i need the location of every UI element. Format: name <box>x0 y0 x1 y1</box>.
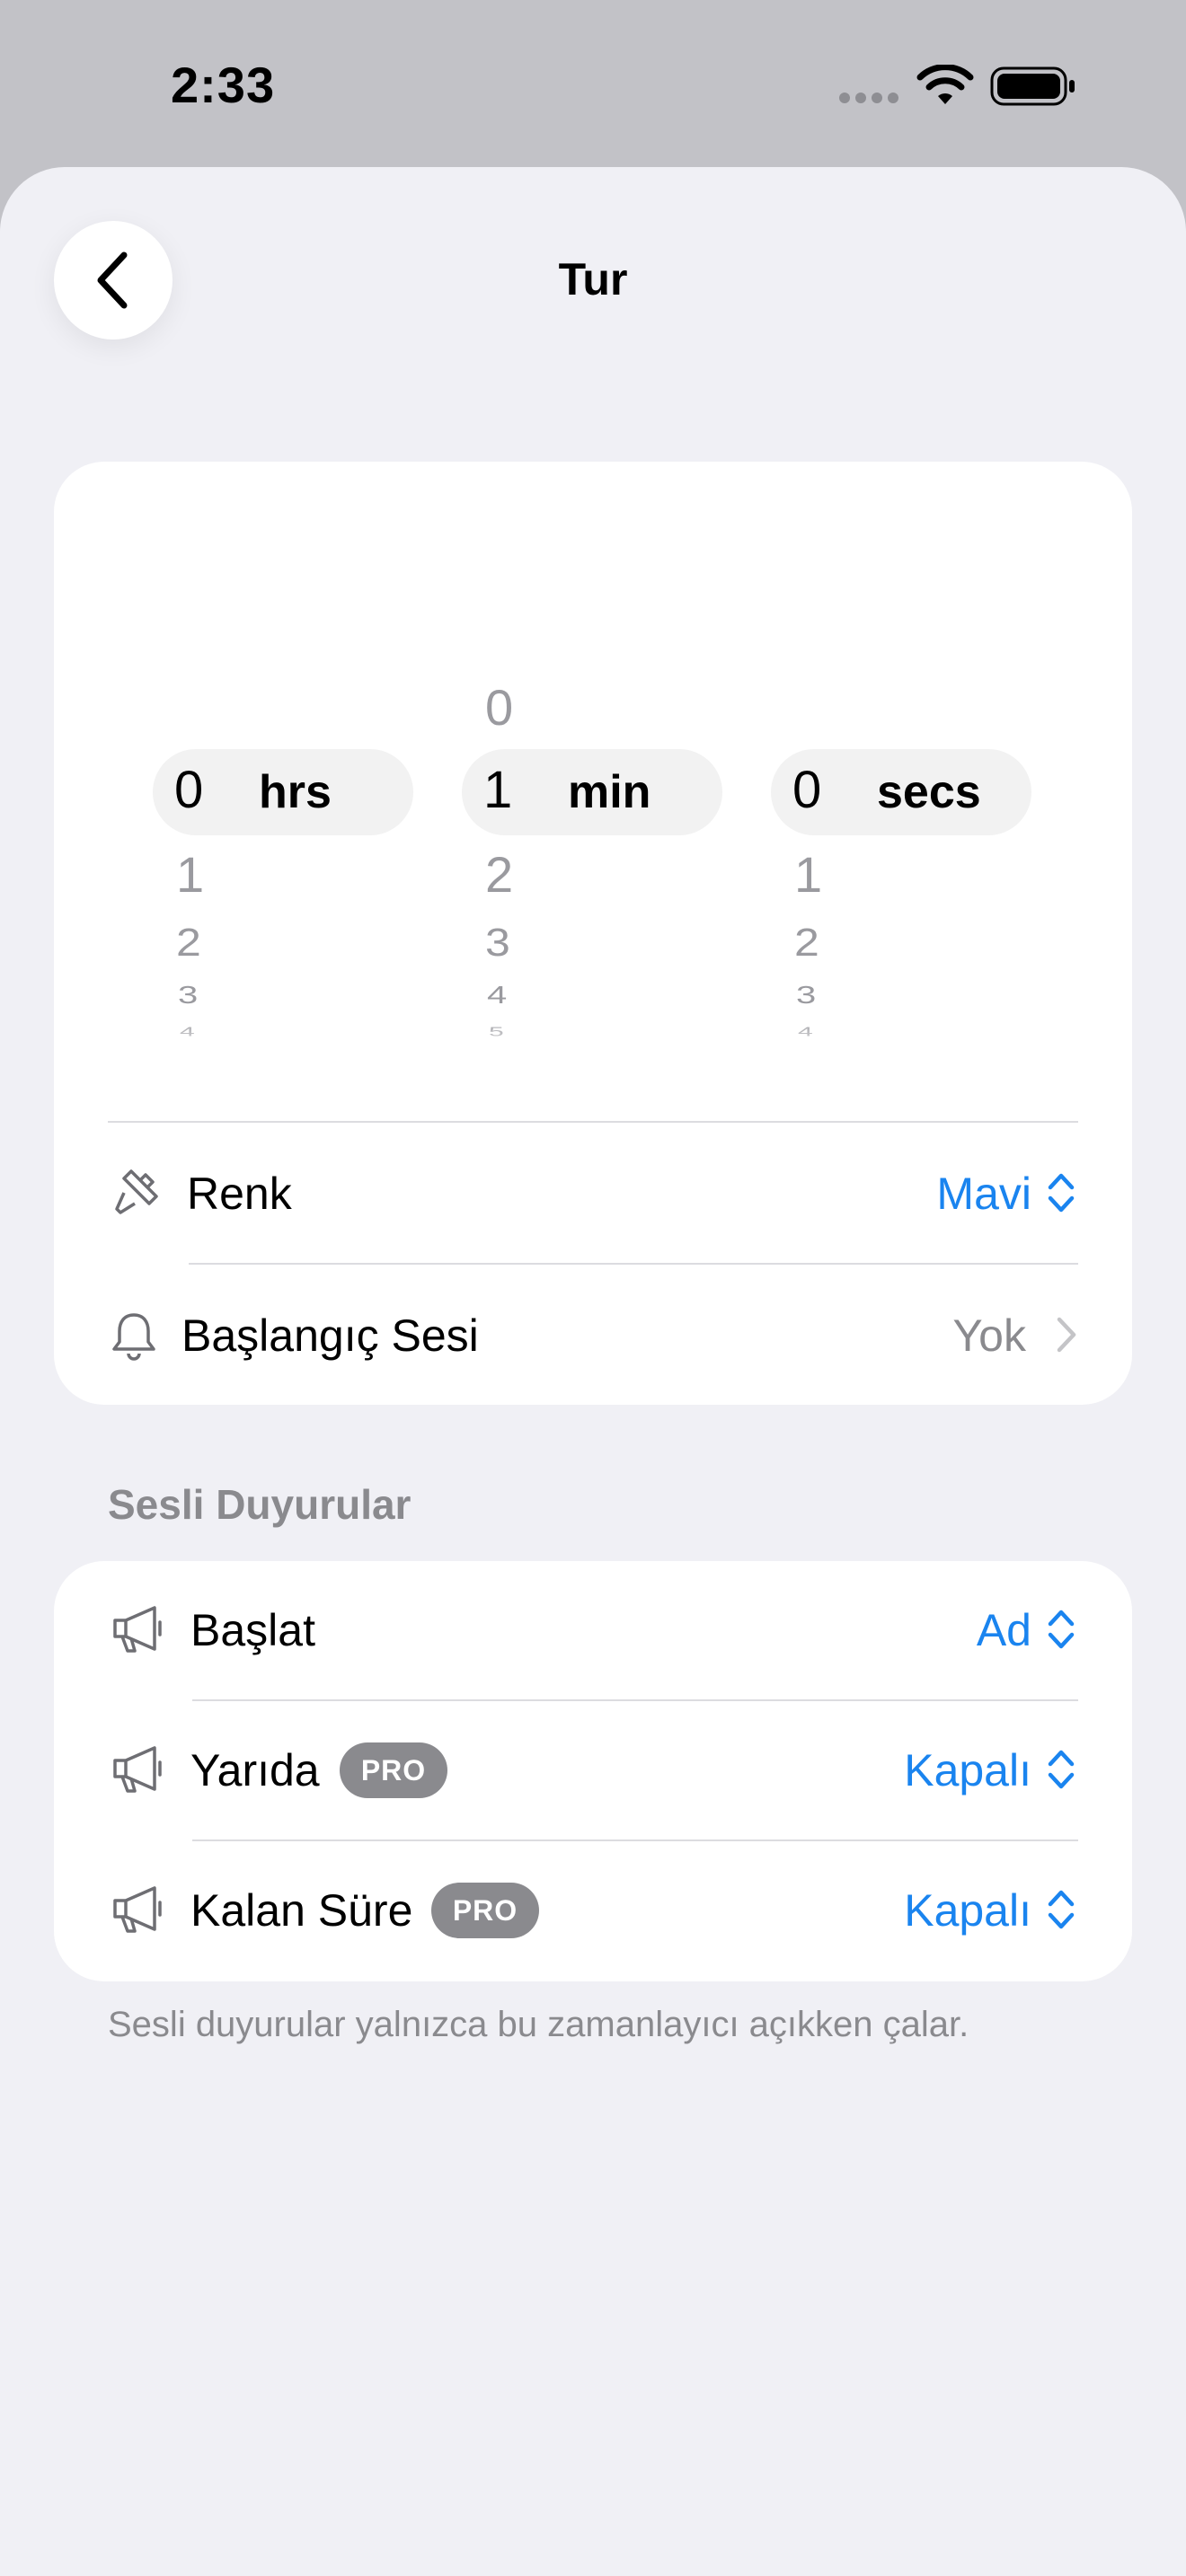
chevron-up-down-icon <box>1048 1610 1075 1649</box>
minutes-option[interactable]: 4 <box>487 983 507 1008</box>
megaphone-icon <box>113 1606 162 1653</box>
megaphone-icon <box>113 1746 162 1793</box>
section-header: Sesli Duyurular <box>108 1481 412 1528</box>
announcements-card: Başlat Ad Yarıda PRO Kapalı Kalan Süre P… <box>54 1561 1132 1981</box>
seconds-selected-value: 0 <box>792 761 822 819</box>
divider <box>108 1121 1078 1123</box>
announcement-value[interactable]: Kapalı <box>904 1884 1031 1936</box>
hours-option[interactable]: 1 <box>176 850 204 900</box>
announcement-value[interactable]: Ad <box>977 1604 1031 1656</box>
divider <box>192 1839 1078 1841</box>
minutes-option[interactable]: 2 <box>485 850 513 900</box>
hours-selected-value: 0 <box>174 761 204 819</box>
wifi-icon <box>916 65 974 104</box>
hours-option[interactable]: 2 <box>176 922 201 962</box>
footer-note: Sesli duyurular yalnızca bu zamanlayıcı … <box>108 2005 969 2044</box>
minutes-unit-label: min <box>568 766 651 818</box>
color-value[interactable]: Mavi <box>936 1168 1031 1220</box>
start-sound-label: Başlangıç Sesi <box>181 1310 479 1361</box>
start-sound-value: Yok <box>952 1310 1026 1361</box>
announcement-label: Yarıda <box>190 1745 320 1795</box>
battery-icon <box>990 66 1075 106</box>
bell-icon <box>112 1313 155 1361</box>
minutes-selected-value: 1 <box>483 761 513 819</box>
page-title: Tur <box>558 254 628 304</box>
picker-fade <box>54 1019 1132 1072</box>
status-time: 2:33 <box>171 57 276 113</box>
paintbrush-icon <box>115 1169 158 1214</box>
timer-settings-card: 0 hrs 1 2 3 4 0 1 min 2 3 4 5 0 secs 1 2… <box>54 462 1132 1405</box>
pro-badge: PRO <box>431 1883 539 1938</box>
minutes-option[interactable]: 0 <box>485 683 513 733</box>
divider <box>189 1263 1078 1265</box>
chevron-up-down-icon <box>1048 1750 1075 1789</box>
chevron-up-down-icon <box>1048 1890 1075 1929</box>
announcement-value[interactable]: Kapalı <box>904 1744 1031 1796</box>
seconds-option[interactable]: 2 <box>794 922 819 962</box>
pro-badge: PRO <box>340 1742 447 1798</box>
status-bar: 2:33 <box>0 0 1186 167</box>
color-label: Renk <box>187 1169 292 1219</box>
hours-option[interactable]: 3 <box>178 983 198 1008</box>
divider <box>192 1699 1078 1701</box>
seconds-unit-label: secs <box>877 766 981 818</box>
cellular-signal-icon <box>839 92 904 108</box>
announcement-label: Kalan Süre <box>190 1885 413 1936</box>
minutes-option[interactable]: 3 <box>485 922 510 962</box>
seconds-option[interactable]: 1 <box>794 850 822 900</box>
chevron-right-icon <box>1057 1317 1076 1353</box>
announcement-label: Başlat <box>190 1605 315 1655</box>
seconds-option[interactable]: 3 <box>796 983 816 1008</box>
hours-unit-label: hrs <box>259 766 332 818</box>
megaphone-icon <box>113 1886 162 1933</box>
chevron-up-down-icon <box>1048 1173 1075 1213</box>
